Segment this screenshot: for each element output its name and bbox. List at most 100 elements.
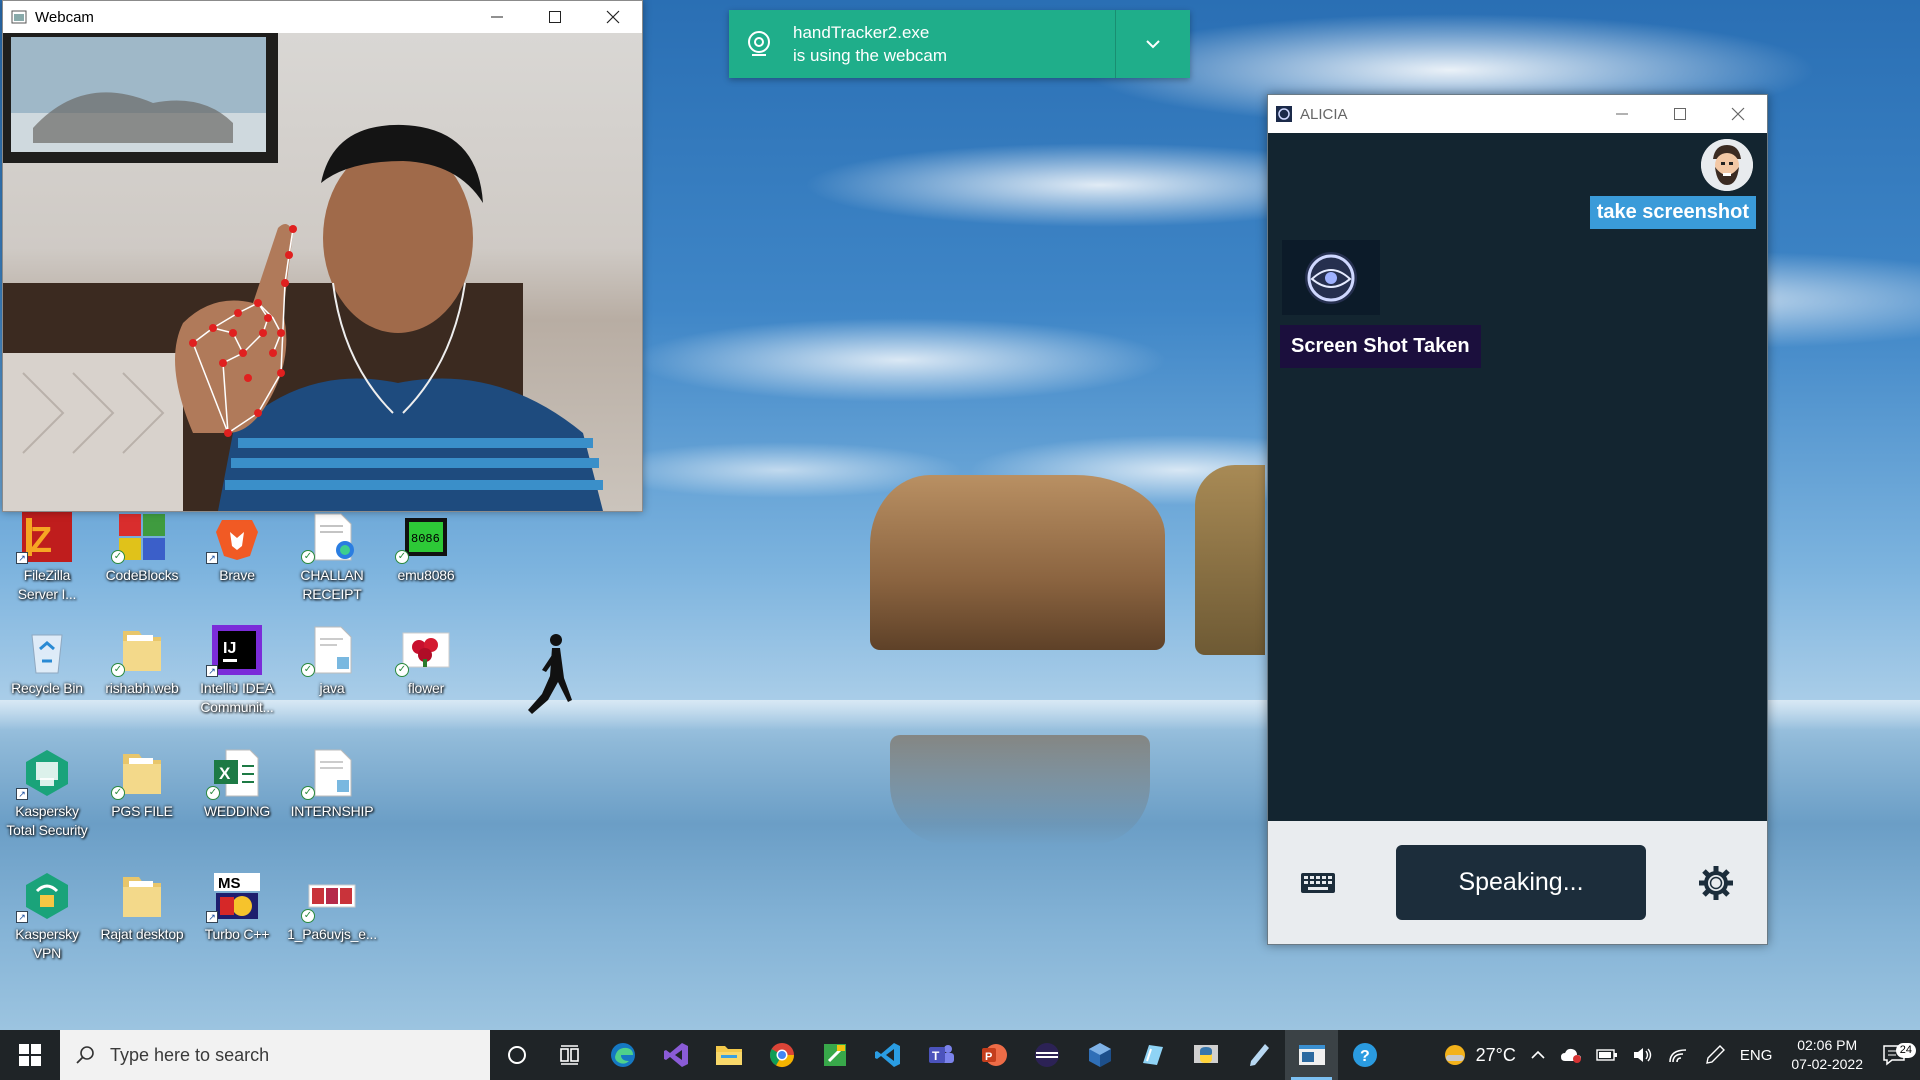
taskbar-app-help[interactable]: ? [1338,1030,1391,1080]
desktop-icon-emu8086[interactable]: 8086 ✓ emu8086 [381,512,471,585]
wallpaper-rock [870,475,1165,650]
maximize-button[interactable] [526,1,584,33]
wifi-icon [1669,1049,1686,1063]
desktop-icon-kaspersky-vpn[interactable]: ↗ Kaspersky VPN [2,871,92,963]
window-app-icon [11,10,27,24]
desktop-icon-label: Recycle Bin [11,680,83,696]
folder-icon: ✓ [111,748,167,800]
alicia-control-bar: Speaking... [1268,821,1767,944]
svg-text:T: T [932,1049,940,1063]
webcam-in-use-notification[interactable]: handTracker2.exe is using the webcam [729,10,1190,78]
wifi-tray-button[interactable] [1661,1046,1697,1064]
show-hidden-icons-button[interactable] [1523,1050,1553,1060]
intellij-icon: IJ ↗ [206,625,262,677]
taskbar: Type here to search T P ? 27°C ENG 02:06… [0,1030,1920,1080]
vscode-icon [874,1043,900,1067]
help-icon: ? [1352,1043,1377,1067]
speaking-status-button[interactable]: Speaking... [1396,845,1646,920]
folder-icon: ✓ [111,625,167,677]
maximize-button[interactable] [1651,95,1709,133]
chevron-up-icon [1531,1050,1545,1059]
pen-tray-button[interactable] [1697,1044,1733,1066]
clock-time: 02:06 PM [1797,1037,1858,1053]
gear-icon [1699,865,1733,900]
desktop-icon-brave[interactable]: ↗ Brave [192,512,282,585]
keyboard-button[interactable] [1268,872,1368,894]
notification-app-name: handTracker2.exe [793,23,930,42]
cortana-button[interactable] [490,1030,543,1080]
taskbar-search-box[interactable]: Type here to search [60,1030,490,1080]
desktop-icon-intellij[interactable]: IJ ↗ IntelliJ IDEA Communit... [192,625,282,717]
minimize-button[interactable] [1593,95,1651,133]
taskbar-app-powerpoint[interactable]: P [967,1030,1020,1080]
desktop-icon-codeblocks[interactable]: ✓ CodeBlocks [97,512,187,585]
desktop-icon-filezilla[interactable]: Z ↗ FileZilla Server I... [2,512,92,604]
keyboard-icon [1301,872,1335,893]
volume-icon [1633,1048,1652,1062]
taskbar-clock[interactable]: 02:06 PM 07-02-2022 [1779,1036,1875,1074]
weather-widget[interactable]: 27°C [1435,1042,1523,1068]
image-icon: ✓ [395,625,451,677]
taskbar-app-teams[interactable]: T [914,1030,967,1080]
folder-icon [715,1046,742,1065]
taskbar-app-visual-studio[interactable] [649,1030,702,1080]
taskbar-app-virtualbox[interactable] [1073,1030,1126,1080]
taskbar-app-file-explorer[interactable] [702,1030,755,1080]
alicia-titlebar[interactable]: ALICIA [1268,95,1767,133]
desktop-icon-pgs-file[interactable]: ✓ PGS FILE [97,748,187,821]
desktop-icon-image-file[interactable]: ✓ 1_Pa6uvjs_e... [287,871,377,944]
svg-text:MS: MS [218,875,241,892]
svg-text:P: P [985,1051,992,1063]
webcam-titlebar[interactable]: Webcam [3,1,642,33]
start-button[interactable] [0,1030,60,1080]
desktop-icon-kaspersky-total-security[interactable]: ↗ Kaspersky Total Security [2,748,92,840]
alicia-window[interactable]: ALICIA take screenshot Screen Shot Taken… [1267,94,1768,945]
webcam-frame-illustration [3,33,603,511]
onedrive-tray-button[interactable] [1553,1047,1589,1063]
chat-area[interactable]: take screenshot Screen Shot Taken [1268,133,1767,821]
svg-text:X: X [219,764,231,783]
taskbar-app-vscode[interactable] [861,1030,914,1080]
desktop-icon-flower[interactable]: ✓ flower [381,625,471,698]
notification-center-button[interactable]: 24 [1875,1043,1920,1066]
desktop-icon-java[interactable]: ✓ java [287,625,377,698]
desktop-icon-challan-receipt[interactable]: ✓ CHALLAN RECEIPT [287,512,377,604]
vpn-icon: ↗ [16,871,72,923]
chrome-icon [769,1043,794,1068]
taskbar-app-python[interactable] [1179,1030,1232,1080]
taskbar-app-edge[interactable] [596,1030,649,1080]
close-button[interactable] [1709,95,1767,133]
desktop-icon-rishabh-web[interactable]: ✓ rishabh.web [97,625,187,698]
close-button[interactable] [584,1,642,33]
taskbar-app-editor[interactable] [808,1030,861,1080]
expand-notification-button[interactable] [1115,10,1190,78]
maximize-icon [1674,108,1686,120]
input-language[interactable]: ENG [1733,1047,1780,1064]
task-view-button[interactable] [543,1030,596,1080]
cloud-icon [1560,1048,1581,1063]
desktop-icon-wedding[interactable]: X ✓ WEDDING [192,748,282,821]
wallpaper-runner [528,634,572,714]
taskbar-app-notes[interactable] [1126,1030,1179,1080]
close-icon [1731,107,1745,121]
clock-date: 07-02-2022 [1791,1056,1863,1072]
desktop-icon-rajat-desktop[interactable]: Rajat desktop [97,871,187,944]
taskbar-app-webcam-window[interactable] [1285,1030,1338,1080]
desktop-icon-internship[interactable]: ✓ INTERNSHIP [287,748,377,821]
webcam-window[interactable]: Webcam [2,0,643,512]
document-icon: ✓ [301,625,357,677]
settings-button[interactable] [1666,864,1766,902]
close-icon [606,10,620,24]
system-tray: 27°C ENG 02:06 PM 07-02-2022 24 [1435,1030,1920,1080]
desktop-icon-turbo-cpp[interactable]: MS ↗ Turbo C++ [192,871,282,944]
desktop-icon-label: Kaspersky VPN [15,926,79,961]
desktop-icon-recycle-bin[interactable]: Recycle Bin [2,625,92,698]
minimize-icon [1616,113,1628,115]
volume-tray-button[interactable] [1625,1046,1661,1064]
taskbar-app-eclipse[interactable] [1020,1030,1073,1080]
taskbar-app-chrome[interactable] [755,1030,808,1080]
battery-tray-button[interactable] [1589,1048,1625,1062]
minimize-button[interactable] [468,1,526,33]
assistant-avatar [1282,240,1380,315]
taskbar-app-pen[interactable] [1232,1030,1285,1080]
